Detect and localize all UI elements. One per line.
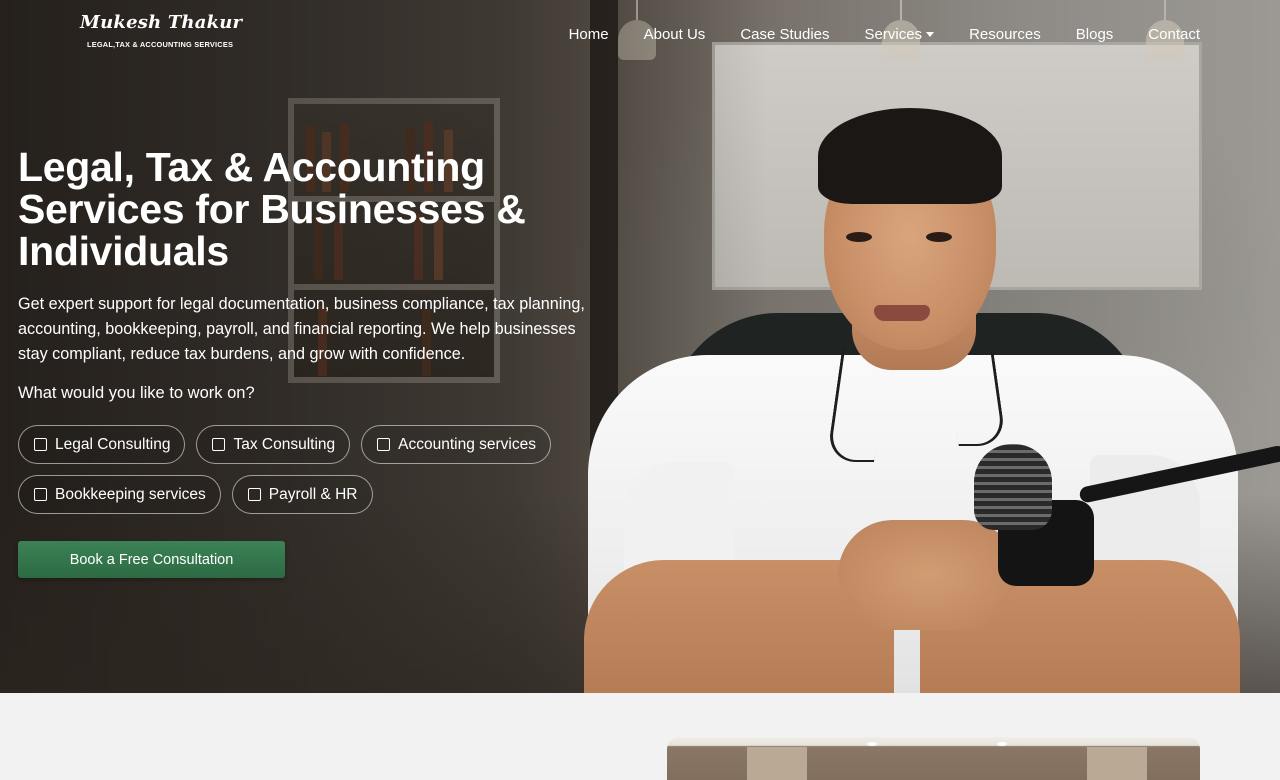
nav-blogs-label: Blogs (1075, 26, 1114, 43)
service-question: What would you like to work on? (18, 384, 255, 402)
option-legal-consulting[interactable]: Legal Consulting (18, 425, 186, 464)
brand-logo[interactable]: Mukesh Thakur LEGAL,TAX & ACCOUNTING SER… (80, 12, 242, 52)
option-accounting-services[interactable]: Accounting services (361, 425, 551, 464)
checkbox-icon[interactable] (377, 438, 391, 451)
nav-resources-label: Resources (969, 26, 1041, 43)
main-nav: Home About Us Case Studies Services Reso… (534, 26, 1200, 43)
option-tax-consulting[interactable]: Tax Consulting (196, 425, 351, 464)
cta-label: Book a Free Consultation (69, 551, 234, 568)
checkbox-icon[interactable] (34, 438, 47, 451)
option-label: Payroll & HR (268, 485, 358, 503)
option-payroll-hr[interactable]: Payroll & HR (231, 475, 373, 514)
hero-description: Get expert support for legal documentati… (18, 295, 585, 363)
service-options: Legal Consulting Tax Consulting Accounti… (18, 425, 598, 525)
nav-services-label: Services (864, 26, 923, 43)
checkbox-icon[interactable] (247, 488, 261, 501)
checkbox-icon[interactable] (212, 438, 226, 451)
hero-headline: Legal, Tax & Accounting Services for Bus… (18, 144, 526, 274)
book-consultation-button[interactable]: Book a Free Consultation (18, 541, 285, 578)
nav-blogs[interactable]: Blogs (1076, 26, 1114, 43)
nav-home[interactable]: Home (569, 26, 609, 43)
hero-content: Legal, Tax & Accounting Services for Bus… (18, 146, 598, 578)
next-section (0, 693, 1280, 780)
brand-tagline: LEGAL,TAX & ACCOUNTING SERVICES (87, 40, 234, 49)
office-photo (667, 737, 1200, 780)
option-bookkeeping-services[interactable]: Bookkeeping services (18, 475, 221, 514)
option-label: Legal Consulting (55, 435, 171, 453)
nav-contact[interactable]: Contact (1148, 26, 1200, 43)
nav-services[interactable]: Services (865, 26, 935, 43)
option-label: Bookkeeping services (55, 485, 206, 503)
nav-home-label: Home (568, 26, 609, 43)
nav-case-studies[interactable]: Case Studies (740, 26, 829, 43)
microphone-icon (974, 444, 1052, 530)
chevron-down-icon (926, 32, 935, 37)
nav-about-us-label: About Us (643, 26, 706, 43)
option-label: Accounting services (398, 435, 536, 453)
checkbox-icon[interactable] (34, 488, 47, 501)
option-label: Tax Consulting (233, 435, 336, 453)
nav-resources[interactable]: Resources (969, 26, 1041, 43)
nav-contact-label: Contact (1148, 26, 1200, 43)
nav-case-studies-label: Case Studies (740, 26, 830, 43)
brand-name: Mukesh Thakur (80, 12, 243, 33)
nav-about-us[interactable]: About Us (644, 26, 706, 43)
